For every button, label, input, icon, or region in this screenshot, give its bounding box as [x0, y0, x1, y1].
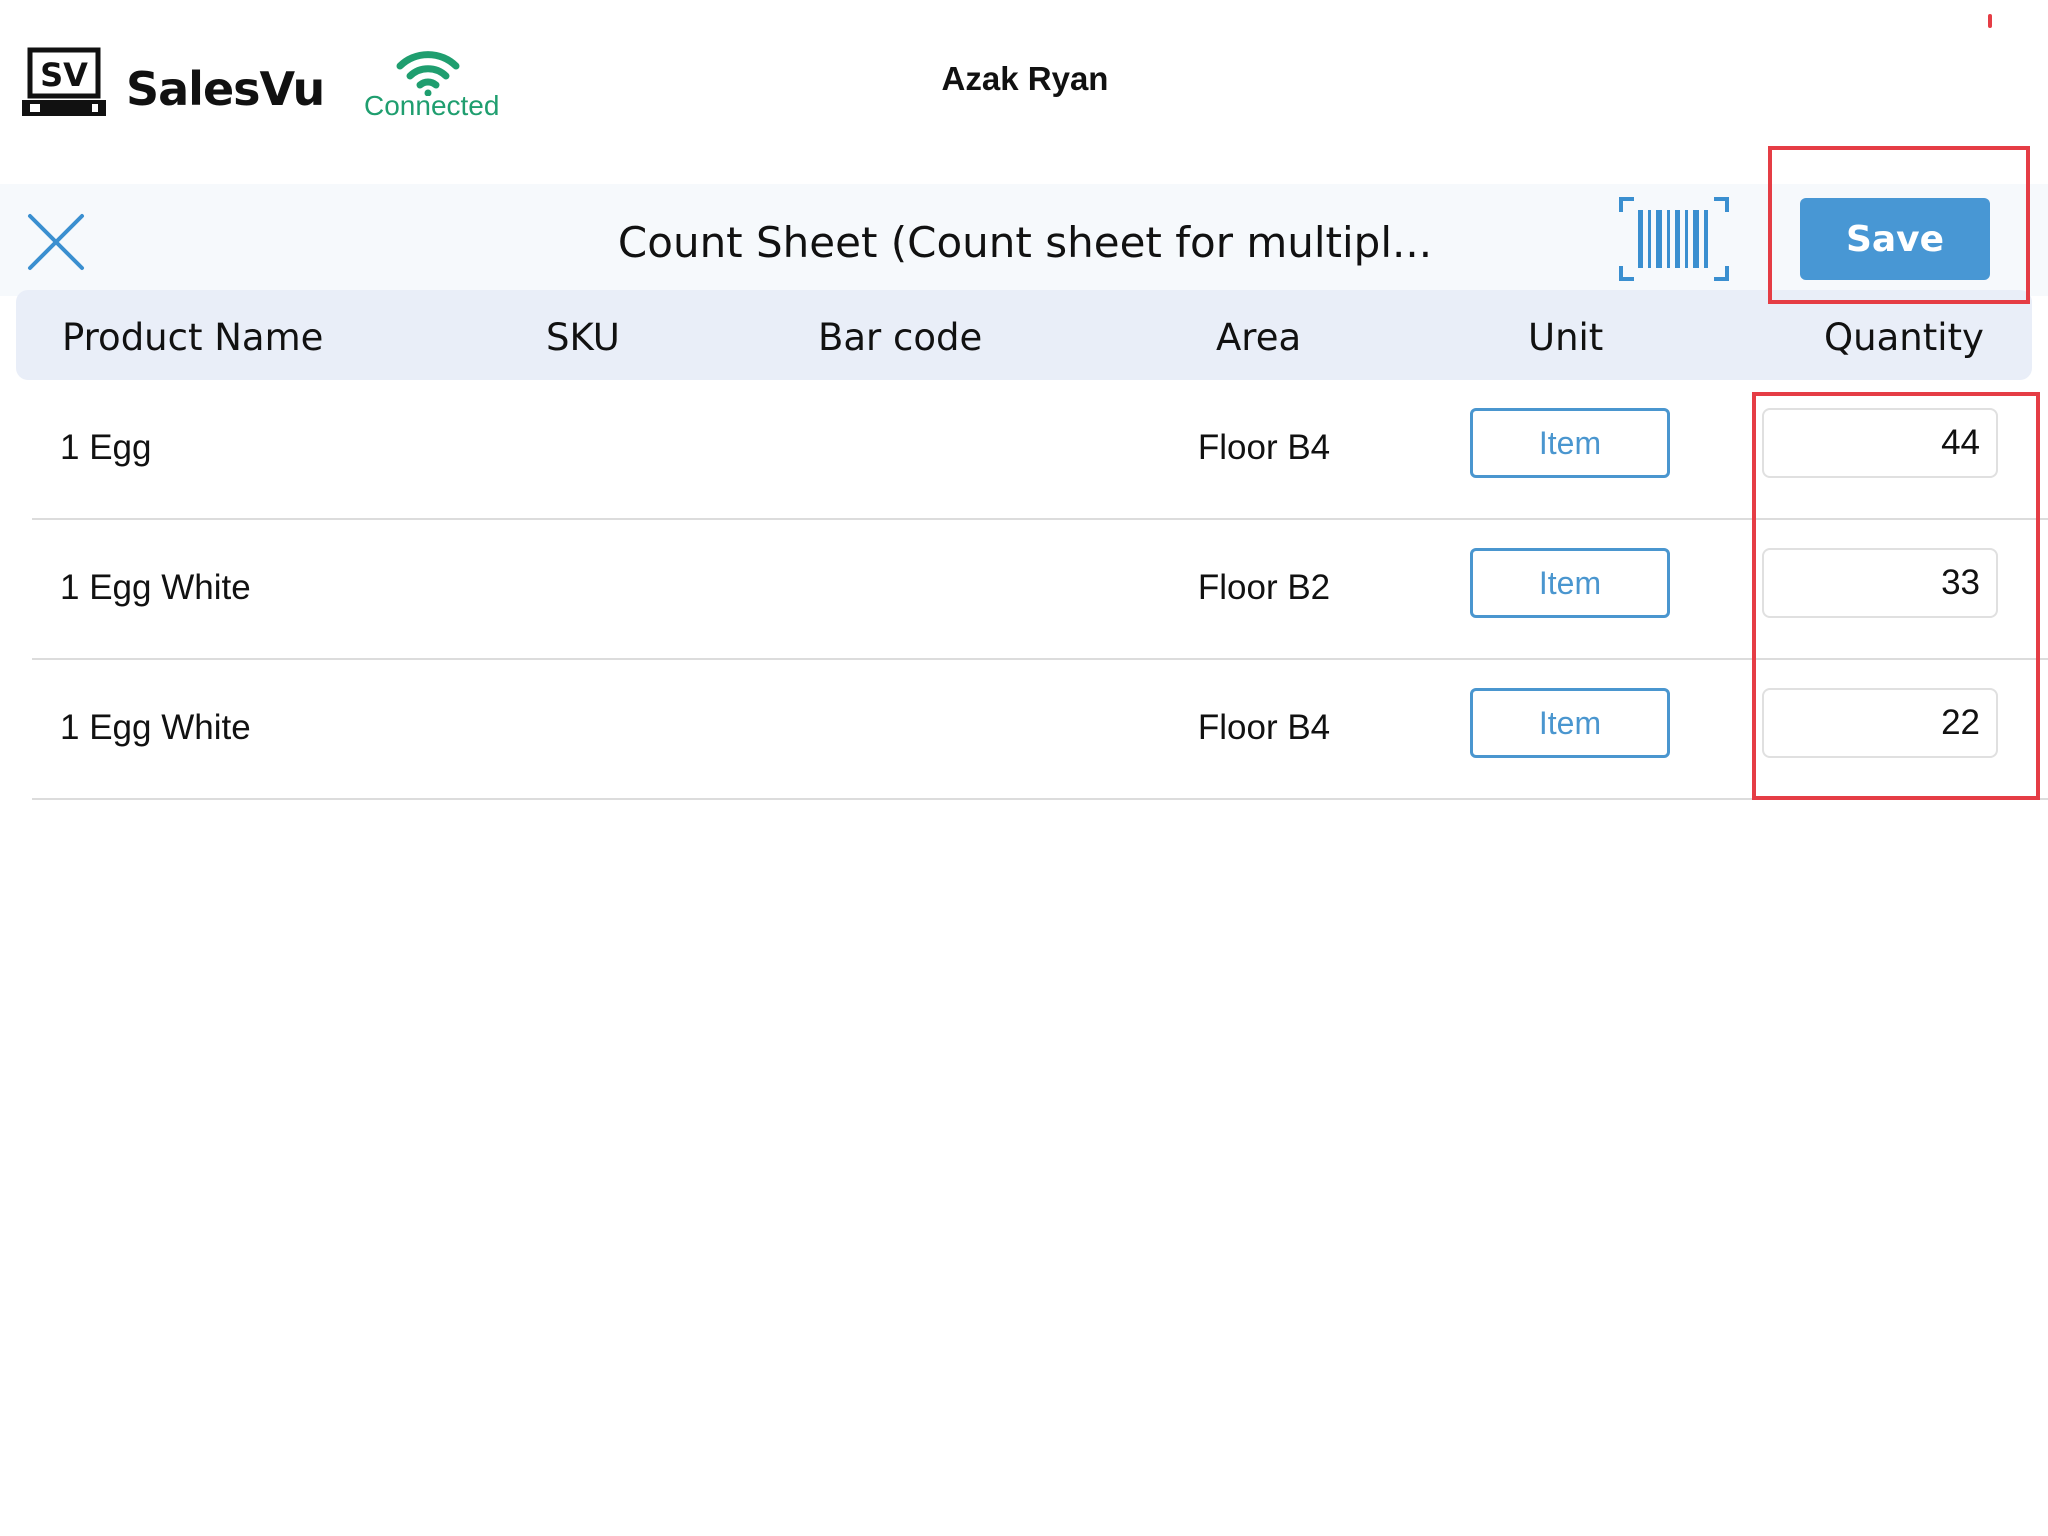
table-row: 1 Egg Floor B4 Item — [32, 380, 2048, 520]
page-title: Count Sheet (Count sheet for multipl... — [617, 218, 1433, 267]
product-name-cell: 1 Egg White — [60, 568, 251, 607]
quantity-input[interactable] — [1762, 548, 1998, 618]
barcode-scan-icon[interactable] — [1618, 196, 1730, 282]
close-icon[interactable] — [26, 212, 86, 272]
wifi-icon — [396, 51, 460, 96]
table-row: 1 Egg White Floor B4 Item — [32, 660, 2048, 800]
salesvu-logo-icon: SV — [22, 47, 106, 116]
connection-status: Connected — [364, 90, 500, 121]
column-header-area: Area — [1216, 316, 1302, 359]
column-header-sku: SKU — [546, 316, 620, 359]
area-cell: Floor B2 — [1197, 568, 1331, 607]
unit-button[interactable]: Item — [1470, 408, 1670, 478]
quantity-input[interactable] — [1762, 408, 1998, 478]
status-indicator — [1988, 14, 1992, 28]
unit-button[interactable]: Item — [1470, 688, 1670, 758]
table-header: Product Name SKU Bar code Area Unit Quan… — [16, 290, 2032, 380]
user-name: Azak Ryan — [941, 60, 1109, 97]
top-bar: SV SalesVu Connected Azak Ryan — [0, 0, 2048, 184]
product-name-cell: 1 Egg White — [60, 708, 251, 747]
quantity-input[interactable] — [1762, 688, 1998, 758]
unit-button[interactable]: Item — [1470, 548, 1670, 618]
table-row: 1 Egg White Floor B2 Item — [32, 520, 2048, 660]
column-header-bar-code: Bar code — [818, 316, 983, 359]
svg-text:SV: SV — [40, 56, 88, 94]
column-header-product-name: Product Name — [62, 316, 324, 359]
product-name-cell: 1 Egg — [60, 428, 152, 467]
save-button[interactable]: Save — [1800, 198, 1990, 280]
column-header-quantity: Quantity — [1824, 316, 1984, 359]
area-cell: Floor B4 — [1197, 428, 1331, 467]
column-header-unit: Unit — [1528, 316, 1604, 359]
brand-name: SalesVu — [126, 62, 325, 116]
area-cell: Floor B4 — [1197, 708, 1331, 747]
